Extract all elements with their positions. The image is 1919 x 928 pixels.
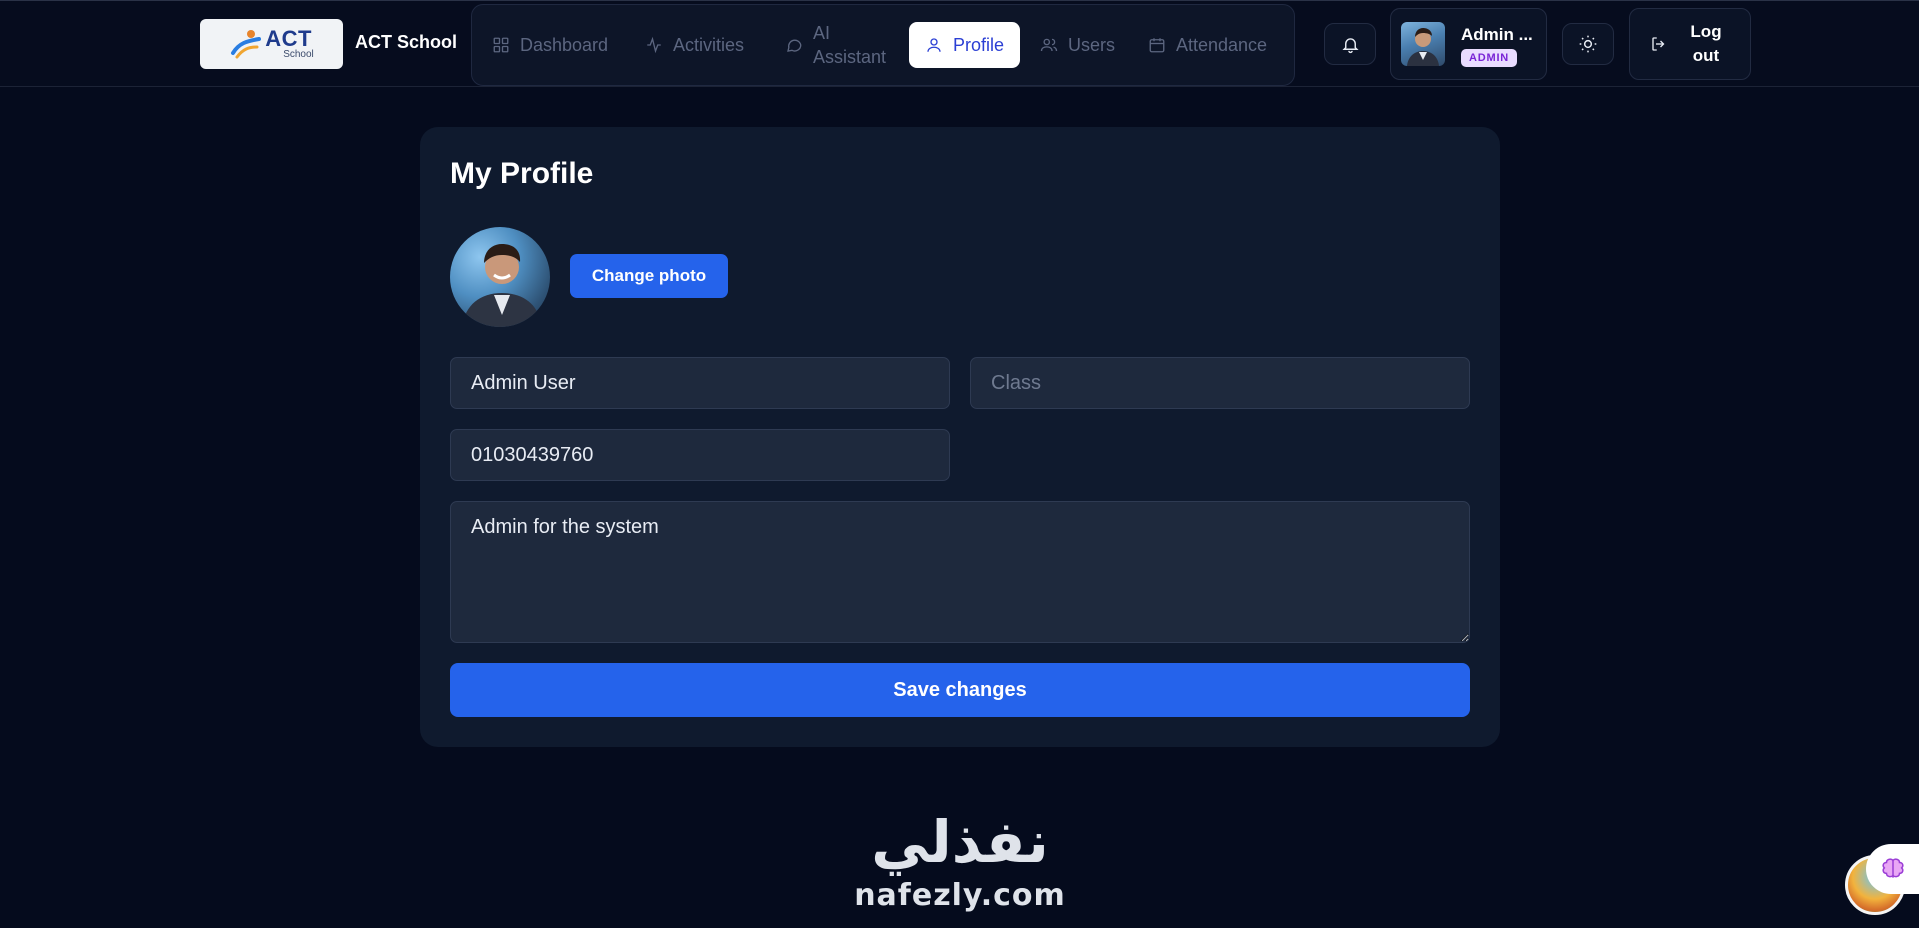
user-menu[interactable]: Admin ... ADMIN	[1390, 8, 1547, 80]
user-icon	[927, 38, 941, 52]
logout-label-line2: out	[1692, 46, 1720, 65]
logo-text-act: ACT	[265, 26, 312, 51]
profile-photo	[450, 227, 550, 327]
sun-icon	[1579, 35, 1597, 53]
nav-label-users: Users	[1068, 34, 1116, 55]
logout-icon	[1652, 37, 1665, 51]
brain-icon	[1881, 858, 1904, 878]
class-input[interactable]	[970, 357, 1470, 409]
profile-portrait-icon	[462, 244, 542, 327]
page-title: My Profile	[450, 157, 594, 190]
message-icon	[787, 39, 802, 52]
logout-button[interactable]: Log out	[1629, 8, 1751, 80]
phone-input[interactable]	[450, 429, 950, 481]
logo-figure-icon	[231, 30, 262, 59]
change-photo-button[interactable]: Change photo	[570, 254, 728, 298]
role-badge: ADMIN	[1461, 49, 1518, 67]
activity-icon	[647, 36, 661, 54]
watermark-arabic: نفذلي	[871, 808, 1049, 876]
users-icon	[1040, 38, 1058, 52]
nav-label-ai-line2: Assistant	[813, 47, 887, 67]
nav-label-attendance: Attendance	[1176, 34, 1268, 55]
calendar-icon	[1149, 38, 1165, 53]
nav-label-dashboard: Dashboard	[520, 34, 609, 55]
full-name-input[interactable]	[450, 357, 950, 409]
bio-textarea[interactable]: Admin for the system	[450, 501, 1470, 643]
nav-label-ai-assistant: AI Assistant	[813, 21, 886, 69]
top-navigation-bar: ACT School ACT School Dashboard Activiti…	[0, 0, 1919, 87]
profile-card: My Profile Change photo Admin for the sy…	[420, 127, 1500, 747]
logo-mark: ACT School	[229, 28, 314, 60]
nafezly-watermark: نفذلي nafezly.com	[840, 808, 1080, 928]
user-avatar	[1401, 22, 1445, 66]
save-changes-button[interactable]: Save changes	[450, 663, 1470, 717]
nav-item-ai-assistant[interactable]: AI Assistant	[785, 5, 886, 85]
logo-text-school: School	[283, 49, 314, 60]
watermark-latin: nafezly.com	[854, 878, 1066, 913]
nav-item-activities[interactable]: Activities	[645, 5, 744, 85]
logout-label: Log out	[1686, 20, 1726, 68]
avatar-portrait-icon	[1407, 28, 1439, 66]
bell-icon	[1341, 37, 1359, 53]
main-nav: Dashboard Activities AI Assistant Profil…	[471, 4, 1295, 86]
school-logo[interactable]: ACT School	[200, 19, 343, 69]
nav-item-dashboard[interactable]: Dashboard	[492, 5, 608, 85]
nav-item-attendance[interactable]: Attendance	[1148, 5, 1267, 85]
notifications-button[interactable]	[1324, 23, 1376, 65]
nav-label-ai-line1: AI	[813, 23, 831, 43]
user-name: Admin ...	[1461, 25, 1533, 44]
nav-label-profile: Profile	[953, 34, 1005, 55]
nav-item-users[interactable]: Users	[1040, 5, 1115, 85]
brand-name: ACT School	[355, 32, 457, 52]
grid-icon	[493, 37, 509, 53]
nav-item-profile[interactable]: Profile	[909, 22, 1021, 68]
logout-label-line1: Log	[1690, 22, 1722, 41]
floating-ai-tab[interactable]	[1866, 844, 1919, 894]
theme-toggle-button[interactable]	[1562, 23, 1614, 65]
nav-label-activities: Activities	[673, 34, 745, 55]
